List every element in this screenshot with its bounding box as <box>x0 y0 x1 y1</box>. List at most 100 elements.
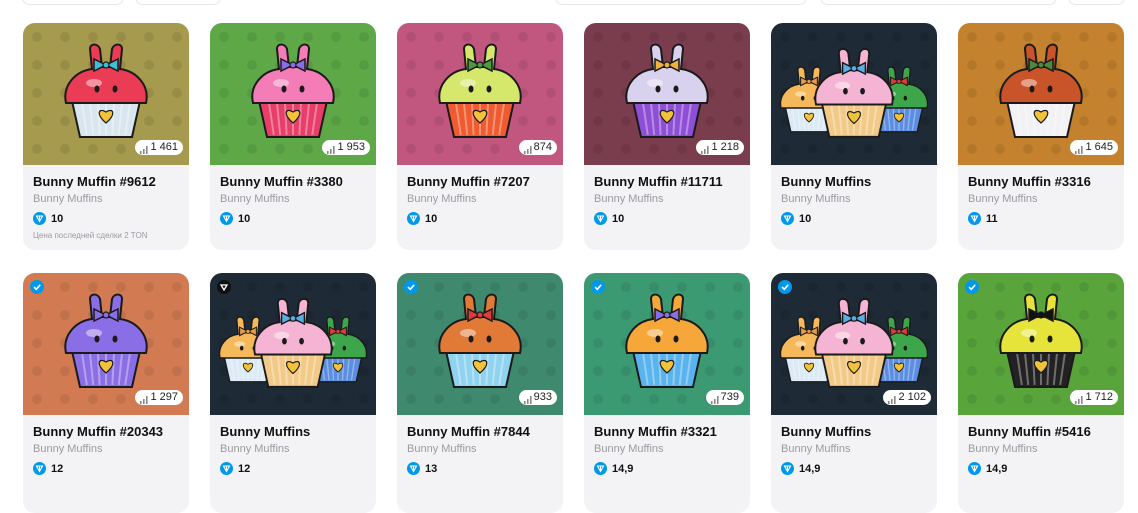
verified-check-icon <box>591 280 605 294</box>
gift-card[interactable]: 739 Bunny Muffin #3321 Bunny Muffins 14,9 <box>584 273 750 513</box>
gift-thumbnail: 2 102 <box>771 273 937 415</box>
collection-name[interactable]: Bunny Muffins <box>594 193 740 205</box>
gift-info: Bunny Muffin #3380 Bunny Muffins 10 <box>210 165 376 233</box>
gift-thumbnail: 1 712 <box>958 273 1124 415</box>
main-muffin <box>251 43 335 138</box>
gift-card[interactable]: 933 Bunny Muffin #7844 Bunny Muffins 13 <box>397 273 563 513</box>
gift-title: Bunny Muffin #5416 <box>968 424 1091 439</box>
collection-name[interactable]: Bunny Muffins <box>220 193 366 205</box>
collection-name[interactable]: Bunny Muffins <box>407 443 553 455</box>
price-value: 10 <box>612 212 625 225</box>
ton-icon <box>968 212 981 225</box>
price-filter-input[interactable] <box>820 0 1057 5</box>
gift-info: Bunny Muffin #9612 Bunny Muffins 10 Цена по… <box>23 165 189 248</box>
price-value: 12 <box>51 462 64 475</box>
top-toolbar <box>0 0 1138 5</box>
stat-badge: 874 <box>518 140 557 155</box>
gift-card[interactable]: 1 645 Bunny Muffin #3316 Bunny Muffins 11 <box>958 23 1124 250</box>
gift-title: Bunny Muffin #9612 <box>33 174 156 189</box>
gift-thumbnail: 1 297 <box>23 273 189 415</box>
gift-title: Bunny Muffin #3316 <box>968 174 1091 189</box>
gift-info: Bunny Muffin #11711 Bunny Muffins 10 <box>584 165 750 233</box>
filter-button[interactable] <box>22 0 124 5</box>
gift-price: 14,9 <box>594 462 740 475</box>
price-value: 14,9 <box>799 462 821 475</box>
gift-card[interactable]: 1 297 Bunny Muffin #20343 Bunny Muffins 12 <box>23 273 189 513</box>
gift-card[interactable]: 1 461 Bunny Muffin #9612 Bunny Muffins 10 Це… <box>23 23 189 250</box>
sort-button[interactable] <box>135 0 221 5</box>
main-muffin <box>253 297 333 388</box>
gift-price: 10 <box>220 212 366 225</box>
price-value: 10 <box>799 212 812 225</box>
signal-bars-icon <box>888 394 897 404</box>
gift-thumbnail: 1 218 <box>584 23 750 165</box>
gift-thumbnail: 933 <box>397 273 563 415</box>
stat-badge: 1 712 <box>1070 390 1118 405</box>
signal-bars-icon <box>523 144 532 154</box>
main-muffin <box>64 43 148 138</box>
signal-bars-icon <box>140 394 149 404</box>
gift-title: Bunny Muffin #3380 <box>220 174 343 189</box>
main-muffin <box>814 297 894 388</box>
ton-icon <box>33 212 46 225</box>
gift-card[interactable]: Bunny Muffins Bunny Muffins 12 <box>210 273 376 513</box>
collection-name[interactable]: Bunny Muffins <box>407 193 553 205</box>
stat-value: 1 218 <box>711 141 739 153</box>
collection-name[interactable]: Bunny Muffins <box>968 443 1114 455</box>
gift-card[interactable]: 1 712 Bunny Muffin #5416 Bunny Muffins 14,9 <box>958 273 1124 513</box>
gift-price: 10 <box>407 212 553 225</box>
gift-info: Bunny Muffin #5416 Bunny Muffins 14,9 <box>958 415 1124 483</box>
gift-card[interactable]: Bunny Muffins Bunny Muffins 10 <box>771 23 937 250</box>
stat-value: 739 <box>720 391 739 403</box>
price-value: 10 <box>51 212 64 225</box>
gift-title: Bunny Muffin #3321 <box>594 424 717 439</box>
gift-info: Bunny Muffins Bunny Muffins 10 <box>771 165 937 233</box>
collection-name[interactable]: Bunny Muffins <box>781 443 927 455</box>
collection-name[interactable]: Bunny Muffins <box>220 443 366 455</box>
collection-name[interactable]: Bunny Muffins <box>781 193 927 205</box>
gift-title: Bunny Muffins <box>781 424 872 439</box>
gift-info: Bunny Muffins Bunny Muffins 14,9 <box>771 415 937 483</box>
main-muffin <box>64 293 148 388</box>
muffin-illustration <box>218 282 369 404</box>
gift-card[interactable]: 874 Bunny Muffin #7207 Bunny Muffins 10 <box>397 23 563 250</box>
gift-thumbnail: 874 <box>397 23 563 165</box>
ton-icon <box>781 212 794 225</box>
collection-name[interactable]: Bunny Muffins <box>968 193 1114 205</box>
stat-value: 874 <box>533 141 552 153</box>
stat-badge: 739 <box>705 390 744 405</box>
collection-name[interactable]: Bunny Muffins <box>33 443 179 455</box>
gift-title: Bunny Muffin #11711 <box>594 174 723 189</box>
gift-info: Bunny Muffin #7844 Bunny Muffins 13 <box>397 415 563 483</box>
collection-name[interactable]: Bunny Muffins <box>33 193 179 205</box>
stat-value: 1 712 <box>1085 391 1113 403</box>
collection-name[interactable]: Bunny Muffins <box>594 443 740 455</box>
gift-price: 10 <box>594 212 740 225</box>
stat-value: 1 953 <box>337 141 365 153</box>
gift-thumbnail <box>771 23 937 165</box>
ton-icon <box>33 462 46 475</box>
gift-card[interactable]: 1 953 Bunny Muffin #3380 Bunny Muffins 10 <box>210 23 376 250</box>
gift-price: 11 <box>968 212 1114 225</box>
verified-check-icon <box>778 280 792 294</box>
price-value: 10 <box>425 212 438 225</box>
gift-thumbnail <box>210 273 376 415</box>
stat-value: 1 645 <box>1085 141 1113 153</box>
main-muffin <box>438 43 522 138</box>
signal-bars-icon <box>327 144 336 154</box>
gift-price: 12 <box>220 462 366 475</box>
search-input[interactable] <box>555 0 807 5</box>
gift-info: Bunny Muffin #3321 Bunny Muffins 14,9 <box>584 415 750 483</box>
view-toggle-button[interactable] <box>1068 0 1125 5</box>
stat-value: 1 297 <box>150 391 178 403</box>
gift-price: 10 <box>33 212 179 225</box>
signal-bars-icon <box>1075 144 1084 154</box>
gift-card[interactable]: 2 102 Bunny Muffins Bunny Muffins 14,9 <box>771 273 937 513</box>
ton-icon <box>594 462 607 475</box>
ton-icon <box>407 462 420 475</box>
ton-icon <box>407 212 420 225</box>
gift-thumbnail: 739 <box>584 273 750 415</box>
gift-title: Bunny Muffins <box>781 174 872 189</box>
gift-card[interactable]: 1 218 Bunny Muffin #11711 Bunny Muffins 10 <box>584 23 750 250</box>
gift-thumbnail: 1 953 <box>210 23 376 165</box>
